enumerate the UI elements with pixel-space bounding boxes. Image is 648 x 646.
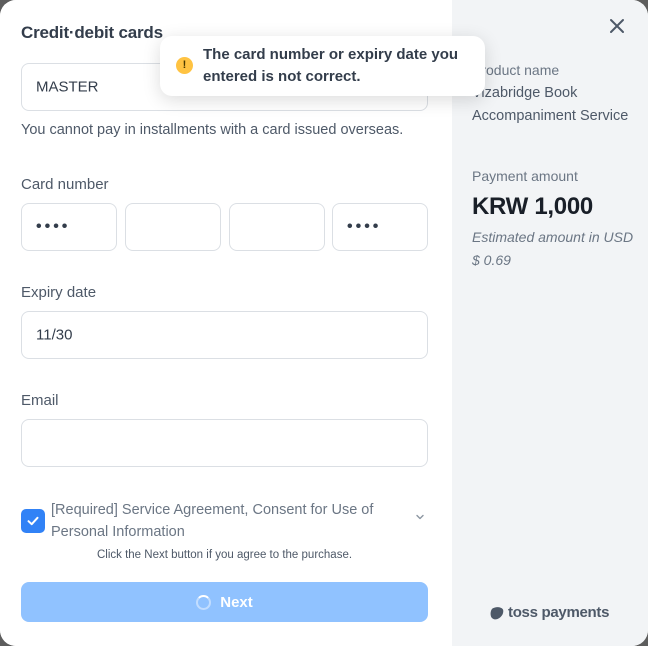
toss-logo-icon bbox=[490, 606, 504, 619]
brand-name: toss payments bbox=[508, 604, 610, 621]
expiry-date-label: Expiry date bbox=[21, 284, 97, 301]
card-number-segment-1[interactable]: •••• bbox=[21, 203, 117, 251]
chevron-down-icon[interactable] bbox=[413, 510, 427, 524]
payment-form: Credit·debit cards MASTER You cannot pay… bbox=[0, 0, 452, 646]
card-number-segment-4[interactable]: •••• bbox=[332, 203, 428, 251]
overseas-installment-note: You cannot pay in installments with a ca… bbox=[21, 122, 404, 138]
page-title: Credit·debit cards bbox=[21, 23, 163, 42]
estimated-usd-amount: Estimated amount in USD $ 0.69 bbox=[472, 229, 634, 268]
close-icon bbox=[610, 19, 624, 33]
card-number-label: Card number bbox=[21, 176, 109, 193]
loading-spinner-icon bbox=[196, 594, 212, 610]
payment-modal: Credit·debit cards MASTER You cannot pay… bbox=[0, 0, 648, 646]
payment-amount: KRW 1,000 bbox=[472, 193, 593, 220]
purchase-hint: Click the Next button if you agree to th… bbox=[96, 549, 353, 561]
next-button[interactable]: Next bbox=[21, 582, 428, 622]
check-icon bbox=[27, 516, 39, 526]
toast-message: The card number or expiry date you enter… bbox=[203, 46, 459, 85]
masked-digits: •••• bbox=[36, 218, 71, 235]
email-field[interactable] bbox=[21, 419, 428, 467]
expiry-date-field[interactable]: 11/30 bbox=[21, 311, 428, 359]
card-type-value: MASTER bbox=[36, 78, 99, 96]
toss-payments-logo: toss payments bbox=[489, 604, 609, 621]
card-number-segment-3[interactable] bbox=[229, 203, 325, 251]
exclamation-icon: ! bbox=[176, 57, 193, 74]
masked-digits: •••• bbox=[347, 218, 382, 235]
close-button[interactable] bbox=[605, 14, 629, 38]
product-name-label: Product name bbox=[472, 62, 560, 78]
payment-amount-label: Payment amount bbox=[472, 168, 578, 184]
card-number-segment-2[interactable] bbox=[125, 203, 221, 251]
email-label: Email bbox=[21, 392, 59, 409]
product-name: Vizabridge Book Accompaniment Service bbox=[472, 85, 629, 124]
expiry-date-value: 11/30 bbox=[36, 326, 73, 344]
next-button-label: Next bbox=[220, 593, 253, 611]
consent-checkbox[interactable] bbox=[21, 509, 45, 533]
consent-text[interactable]: [Required] Service Agreement, Consent fo… bbox=[51, 499, 401, 543]
error-toast: ! The card number or expiry date you ent… bbox=[160, 36, 485, 96]
